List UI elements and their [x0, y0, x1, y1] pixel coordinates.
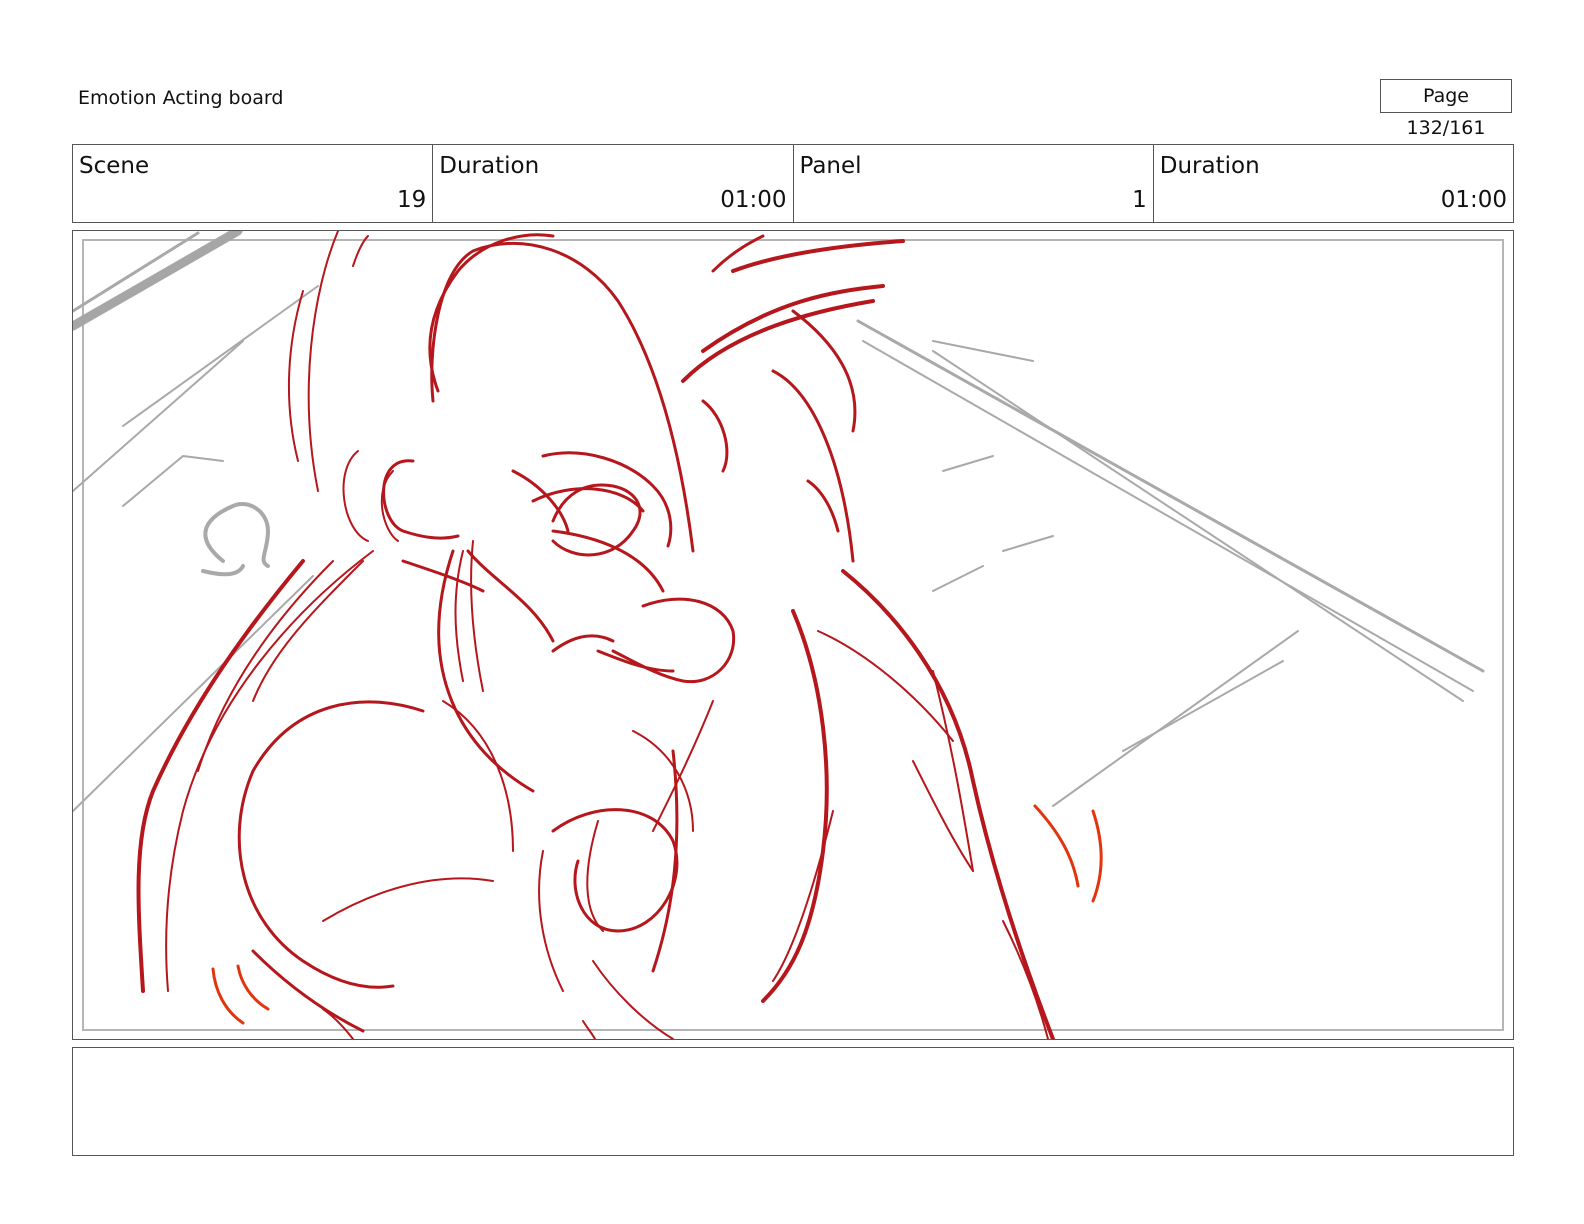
scene-cell: Scene 19: [73, 145, 434, 222]
panel-info-table: Scene 19 Duration 01:00 Panel 1 Duration…: [72, 144, 1514, 223]
scene-value: 19: [396, 187, 427, 213]
scene-label: Scene: [79, 153, 150, 179]
background-sketch: [73, 231, 1485, 812]
panel-duration-label: Duration: [1159, 153, 1260, 179]
panel-label: Panel: [799, 153, 862, 179]
scene-duration-value: 01:00: [720, 187, 787, 213]
storyboard-sketch: [73, 231, 1485, 1039]
panel-cell: Panel 1: [794, 145, 1154, 222]
panel-value: 1: [1132, 187, 1147, 213]
panel-duration-value: 01:00: [1440, 187, 1507, 213]
board-title: Emotion Acting board: [78, 87, 284, 109]
scene-duration-cell: Duration 01:00: [433, 145, 794, 222]
scene-duration-label: Duration: [439, 153, 540, 179]
page-number: Page 132/161: [1380, 79, 1512, 139]
panel-duration-cell: Duration 01:00: [1154, 145, 1513, 222]
notes-box: [72, 1047, 1514, 1156]
